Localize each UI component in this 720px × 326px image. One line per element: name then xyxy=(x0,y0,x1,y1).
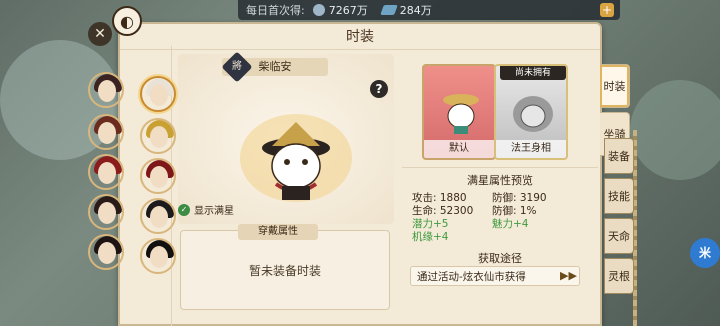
stats-title: 满星属性预览 xyxy=(467,174,533,187)
side-tab-destiny-label: 天命 xyxy=(608,230,630,243)
stat-row: 潜力+5 魅力+4 xyxy=(412,216,598,230)
character-avatar[interactable] xyxy=(88,194,124,230)
character-avatar[interactable] xyxy=(88,154,124,190)
pet-character-art xyxy=(240,114,352,202)
stat-attack: 攻击: 1880 xyxy=(412,192,467,204)
show-full-star-toggle[interactable]: ✓ 显示满星 xyxy=(178,202,234,217)
coin-amount: 7267万 xyxy=(328,4,368,17)
daily-first-label: 每日首次得: xyxy=(246,4,305,17)
panel-title: 时装 xyxy=(120,24,600,50)
source-title: 获取途径 xyxy=(478,252,522,265)
outfit-label: 默认 xyxy=(424,140,494,158)
gem-icon xyxy=(379,5,398,15)
tab-outfit-label: 时装 xyxy=(603,80,626,93)
character-avatar[interactable] xyxy=(88,234,124,270)
outfit-cards: 默认 尚未拥有 法王身相 xyxy=(402,54,598,168)
game-logo-icon: ◐ xyxy=(112,6,142,36)
source-link[interactable]: 通过活动-炫衣仙市获得 xyxy=(410,266,580,286)
character-avatar[interactable] xyxy=(140,198,176,234)
character-avatar[interactable] xyxy=(140,118,176,154)
outfit-card-default[interactable]: 默认 xyxy=(422,64,496,160)
side-tab-destiny[interactable]: 天命 xyxy=(604,218,634,254)
not-owned-tag: 尚未拥有 xyxy=(500,66,566,80)
pet-mini-art xyxy=(443,94,479,134)
stat-fortune: 机缘+4 xyxy=(412,231,449,243)
coin-icon xyxy=(312,4,325,16)
add-currency-button[interactable]: + xyxy=(600,3,614,17)
checkmark-icon: ✓ xyxy=(178,203,190,216)
go-arrow-icon[interactable]: ▶▶ xyxy=(560,268,577,284)
stat-row: 攻击: 1880 防御: 3190 xyxy=(412,190,598,204)
character-avatar-selected[interactable] xyxy=(140,76,176,112)
stats-list: 攻击: 1880 防御: 3190 生命: 52300 防御: 1% 潜力+5 … xyxy=(412,190,598,243)
pet-mini-art xyxy=(513,96,553,132)
tab-outfit[interactable]: 时装 xyxy=(600,64,630,108)
gem-amount: 284万 xyxy=(399,4,432,17)
side-tab-spirit-root[interactable]: 灵根 xyxy=(604,258,634,294)
outfit-card-locked[interactable]: 尚未拥有 法王身相 xyxy=(494,64,568,160)
stat-charm: 魅力+4 xyxy=(492,218,529,230)
character-avatar[interactable] xyxy=(88,72,124,108)
character-avatar[interactable] xyxy=(140,158,176,194)
background-blob xyxy=(630,80,720,180)
help-button[interactable]: ? xyxy=(370,80,388,98)
stat-row: 机缘+4 xyxy=(412,229,598,243)
close-button[interactable]: ✕ xyxy=(88,22,112,46)
currency-bar: 每日首次得: 7267万 284万 + xyxy=(238,0,620,20)
worn-attributes-title: 穿戴属性 xyxy=(238,224,318,240)
rank-badge-icon: 將 xyxy=(221,51,253,83)
side-tab-skill[interactable]: 技能 xyxy=(604,178,634,214)
worn-empty-text: 暂未装备时装 xyxy=(248,264,321,278)
stat-empty xyxy=(492,229,582,242)
stat-defense-pct: 防御: 1% xyxy=(492,205,537,217)
side-tab-equipment-label: 装备 xyxy=(608,150,630,163)
side-tab-equipment[interactable]: 装备 xyxy=(604,138,634,174)
character-avatar[interactable] xyxy=(88,114,124,150)
character-avatar[interactable] xyxy=(140,238,176,274)
show-full-star-label: 显示满星 xyxy=(194,206,234,217)
outfit-label: 法王身相 xyxy=(496,140,566,158)
stat-potential: 潜力+5 xyxy=(412,218,449,230)
stat-hp: 生命: 52300 xyxy=(412,205,474,217)
stat-row: 生命: 52300 防御: 1% xyxy=(412,203,598,217)
side-tab-skill-label: 技能 xyxy=(608,190,630,203)
assist-button[interactable]: 米 xyxy=(690,238,720,268)
stat-defense: 防御: 3190 xyxy=(492,192,547,204)
side-tab-spirit-root-label: 灵根 xyxy=(608,270,630,283)
